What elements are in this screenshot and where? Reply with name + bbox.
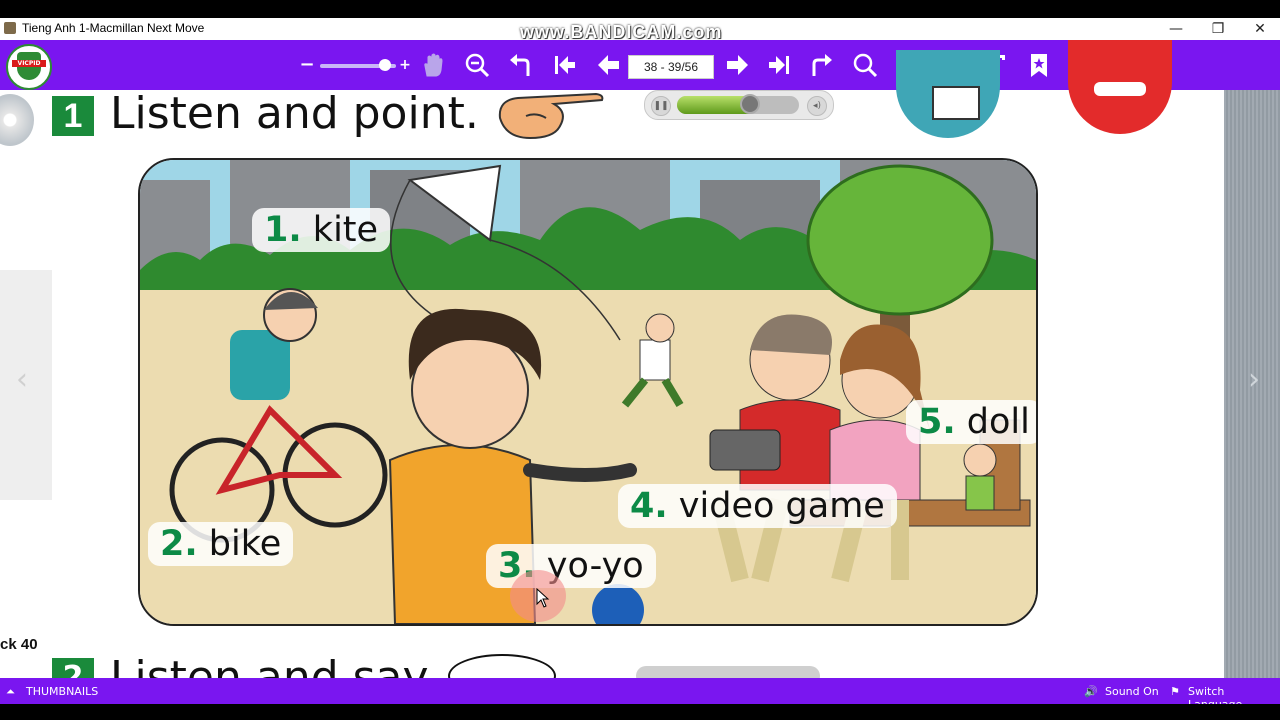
undo-icon[interactable] — [508, 52, 534, 78]
prev-page-arrow-icon[interactable]: ‹ — [16, 362, 28, 397]
label-doll: 5. doll — [906, 400, 1036, 444]
label-kite: 1. kite — [252, 208, 391, 252]
audio-progress-bar[interactable] — [677, 96, 799, 114]
prev-page-icon[interactable] — [596, 52, 622, 78]
label-video-game: 4. video game — [618, 484, 897, 528]
zoom-out-icon[interactable] — [464, 52, 490, 78]
screen-border — [0, 704, 1280, 720]
volume-icon[interactable]: ◂) — [807, 96, 827, 116]
window-title: Tieng Anh 1-Macmillan Next Move — [22, 21, 205, 35]
section-title: Listen and point. — [110, 88, 479, 139]
zoom-slider-knob[interactable] — [378, 59, 391, 71]
school-logo: VICPID — [6, 44, 52, 90]
next-page-arrow-icon[interactable]: › — [1248, 362, 1260, 397]
thumbnails-up-icon[interactable]: ⏶ — [6, 685, 15, 699]
maximize-button[interactable]: ❐ — [1198, 18, 1238, 40]
hand-icon[interactable] — [420, 52, 446, 78]
app-icon — [4, 22, 16, 34]
audio-player: ❚❚ ◂) — [644, 90, 834, 120]
status-bar: ⏶ THUMBNAILS 🔊 Sound On ⚑ Switch Languag… — [0, 678, 1280, 711]
thumbnails-button[interactable]: THUMBNAILS — [26, 685, 98, 698]
mouse-pointer-icon — [536, 588, 550, 608]
first-page-icon[interactable] — [552, 52, 578, 78]
search-icon[interactable] — [852, 52, 878, 78]
minimize-button[interactable]: — — [1156, 18, 1196, 40]
flag-icon[interactable]: ⚑ — [1170, 685, 1180, 698]
zoom-plus-button[interactable]: + — [392, 52, 418, 78]
label-yo-yo: 3. yo-yo — [486, 544, 656, 588]
label-bike: 2. bike — [148, 522, 294, 566]
close-button[interactable]: ✕ — [1240, 18, 1280, 40]
speaker-icon[interactable]: 🔊 — [1084, 685, 1098, 698]
last-page-icon[interactable] — [766, 52, 792, 78]
section-number: 1 — [52, 96, 94, 136]
bookmark-icon[interactable] — [1026, 52, 1052, 78]
page-number-input[interactable]: 38 - 39/56 — [628, 55, 714, 79]
pointing-hand-icon — [498, 92, 604, 140]
zoom-minus-button[interactable]: − — [294, 52, 320, 78]
pause-icon[interactable]: ❚❚ — [651, 96, 671, 116]
track-label: ck 40 — [0, 636, 38, 653]
park-illustration: 1. kite 2. bike 3. yo-yo 4. video game 5… — [138, 158, 1038, 626]
next-page-icon[interactable] — [724, 52, 750, 78]
redo-icon[interactable] — [808, 52, 834, 78]
sound-toggle[interactable]: Sound On — [1105, 685, 1159, 698]
